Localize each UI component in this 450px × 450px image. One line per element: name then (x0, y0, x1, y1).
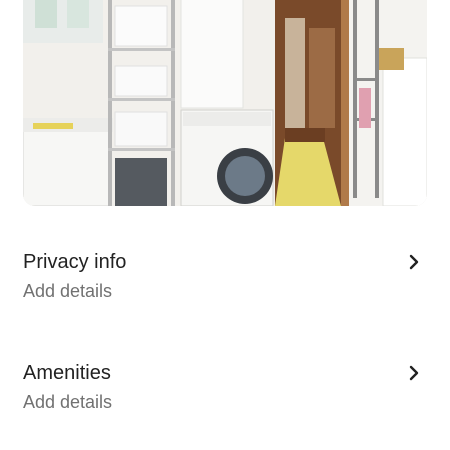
privacy-info-row[interactable]: Privacy info Add details (23, 246, 427, 310)
privacy-info-title: Privacy info (23, 251, 127, 273)
privacy-info-subtitle: Add details (23, 281, 113, 301)
chevron-right-icon (407, 253, 421, 271)
listing-photo[interactable] (23, 0, 427, 206)
chevron-right-icon (407, 364, 421, 382)
laundry-room-photo (23, 0, 427, 206)
amenities-row[interactable]: Amenities Add details (23, 357, 427, 421)
amenities-title: Amenities (23, 362, 111, 384)
amenities-subtitle: Add details (23, 392, 113, 412)
